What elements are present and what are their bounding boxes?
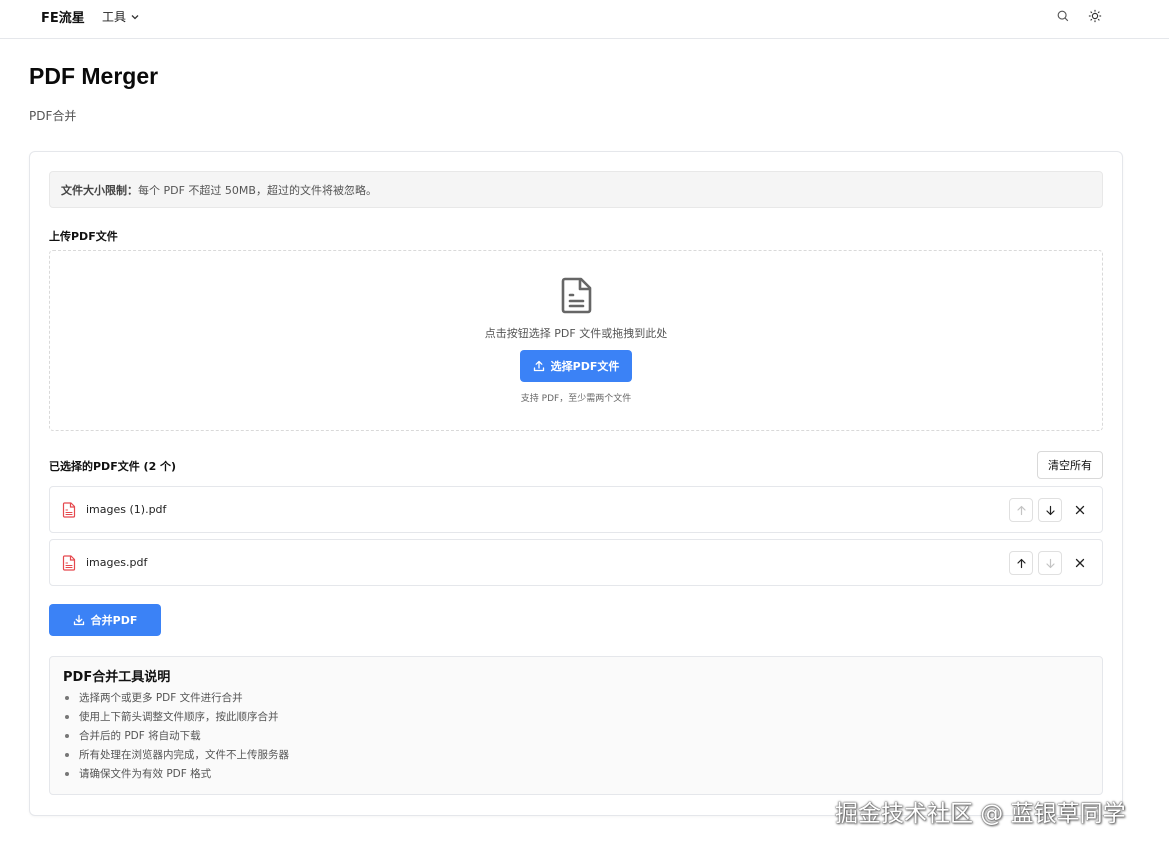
support-hint: 支持 PDF，至少需两个文件 <box>520 394 632 404</box>
file-row: images (1).pdf <box>49 486 1103 533</box>
merge-pdf-label: 合并PDF <box>90 614 138 627</box>
arrow-up-icon <box>1016 505 1026 515</box>
instruction-item: 请确保文件为有效 PDF 格式 <box>63 767 289 786</box>
pdf-dropzone[interactable]: 点击按钮选择 PDF 文件或拖拽到此处 选择PDF文件 支持 PDF，至少需两个… <box>49 250 1103 431</box>
download-icon <box>73 614 84 626</box>
choose-pdf-label: 选择PDF文件 <box>550 360 620 373</box>
instructions-title: PDF合并工具说明 <box>63 670 171 685</box>
close-icon <box>1075 505 1085 515</box>
clear-all-button[interactable]: 清空所有 <box>1037 451 1103 479</box>
sun-icon[interactable] <box>1087 8 1103 24</box>
page-title: PDF Merger <box>29 63 159 89</box>
instructions-box: PDF合并工具说明 选择两个或更多 PDF 文件进行合并 使用上下箭头调整文件顺… <box>49 656 1103 795</box>
arrow-down-icon <box>1045 505 1055 515</box>
search-icon[interactable] <box>1055 8 1071 24</box>
file-text-icon <box>561 277 592 314</box>
instructions-list: 选择两个或更多 PDF 文件进行合并 使用上下箭头调整文件顺序，按此顺序合并 合… <box>63 691 289 786</box>
chevron-down-icon <box>131 14 139 19</box>
brand-logo[interactable]: FE流星 <box>41 7 85 26</box>
instruction-item: 选择两个或更多 PDF 文件进行合并 <box>63 691 289 710</box>
selected-files-label: 已选择的PDF文件 (2 个) <box>49 460 177 473</box>
tools-menu[interactable]: 工具 <box>102 8 140 25</box>
merge-pdf-button[interactable]: 合并PDF <box>49 604 161 636</box>
notice-label: 文件大小限制： <box>61 183 138 197</box>
page-subtitle: PDF合并 <box>29 109 77 123</box>
remove-file-button[interactable] <box>1068 498 1092 522</box>
pdf-file-icon <box>62 555 76 571</box>
merger-card: 文件大小限制： 每个 PDF 不超过 50MB，超过的文件将被忽略。 上传PDF… <box>29 151 1123 816</box>
upload-section-label: 上传PDF文件 <box>49 230 118 243</box>
instruction-item: 合并后的 PDF 将自动下载 <box>63 729 289 748</box>
top-navbar: FE流星 工具 <box>0 0 1169 39</box>
remove-file-button[interactable] <box>1068 551 1092 575</box>
instruction-item: 使用上下箭头调整文件顺序，按此顺序合并 <box>63 710 289 729</box>
arrow-up-icon <box>1016 558 1026 568</box>
move-up-button[interactable] <box>1009 498 1033 522</box>
arrow-down-icon <box>1045 558 1055 568</box>
file-name: images.pdf <box>86 556 148 569</box>
close-icon <box>1075 558 1085 568</box>
choose-pdf-button[interactable]: 选择PDF文件 <box>520 350 632 382</box>
move-up-button[interactable] <box>1009 551 1033 575</box>
file-name: images (1).pdf <box>86 503 167 516</box>
tools-menu-label: 工具 <box>102 10 127 24</box>
move-down-button[interactable] <box>1038 498 1062 522</box>
upload-icon <box>533 360 544 372</box>
file-row: images.pdf <box>49 539 1103 586</box>
move-down-button[interactable] <box>1038 551 1062 575</box>
notice-text: 每个 PDF 不超过 50MB，超过的文件将被忽略。 <box>138 183 377 197</box>
file-size-notice: 文件大小限制： 每个 PDF 不超过 50MB，超过的文件将被忽略。 <box>49 171 1103 208</box>
dropzone-hint: 点击按钮选择 PDF 文件或拖拽到此处 <box>484 327 668 340</box>
pdf-file-icon <box>62 502 76 518</box>
instruction-item: 所有处理在浏览器内完成，文件不上传服务器 <box>63 748 289 767</box>
watermark: 掘金技术社区 @ 蓝银草同学 <box>835 801 1126 827</box>
